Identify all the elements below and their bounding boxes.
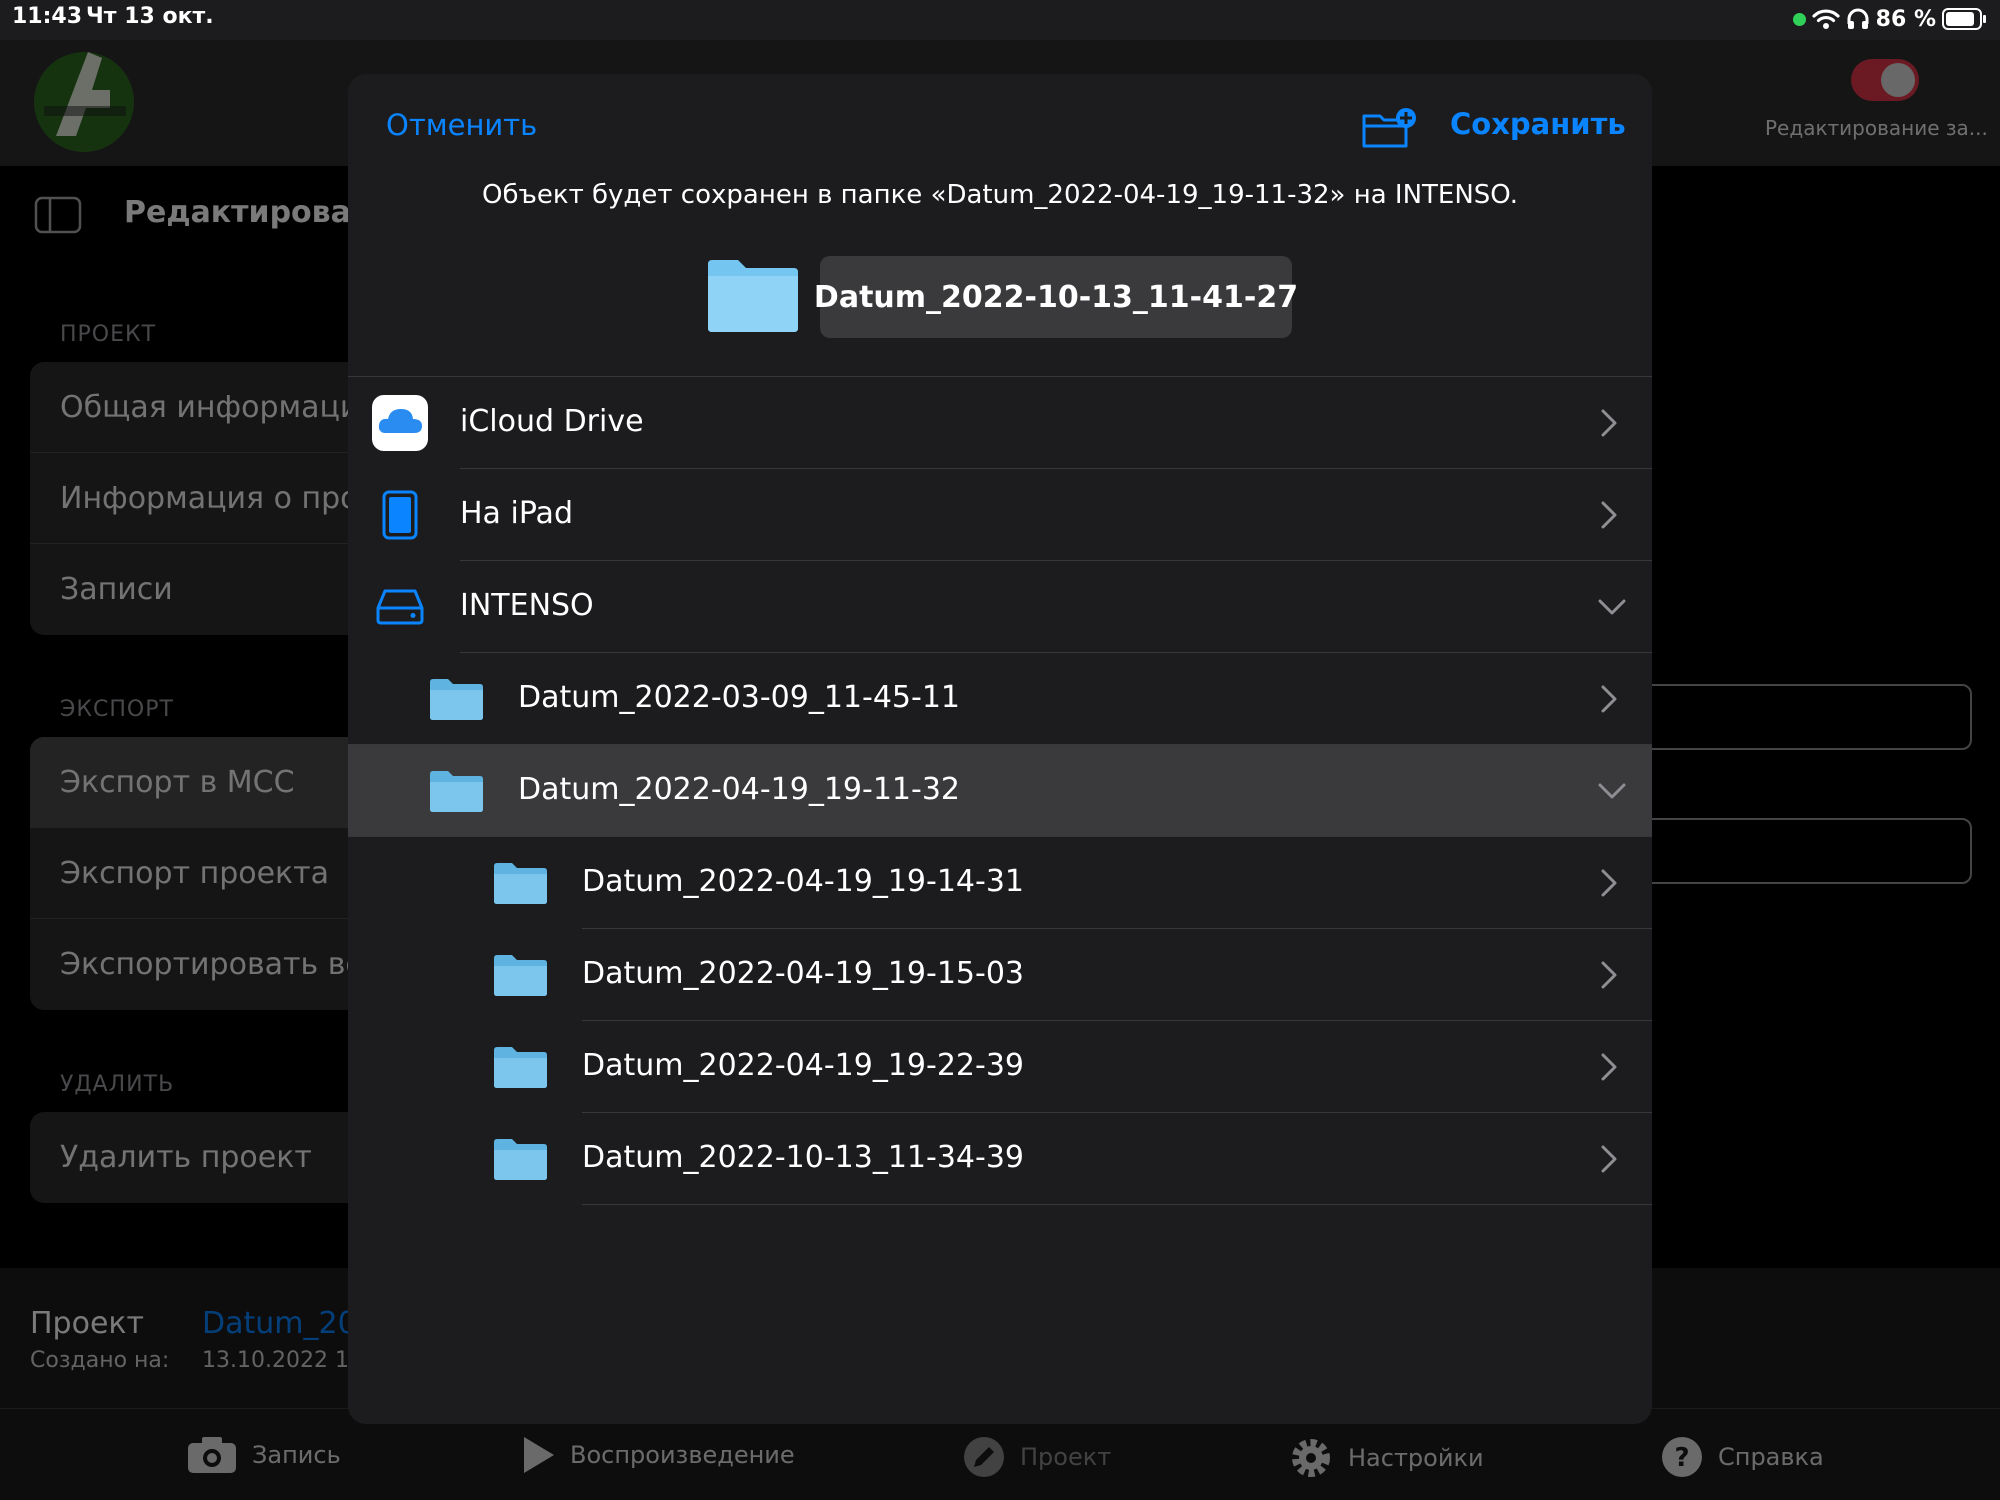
- chevron-right-icon[interactable]: [1600, 1053, 1618, 1085]
- location-label: Datum_2022-04-19_19-15-03: [582, 956, 1025, 991]
- row-separator: [582, 1204, 1652, 1205]
- save-destination-message: Объект будет сохранен в папке «Datum_202…: [482, 180, 1518, 210]
- created-value: 13.10.2022 11:: [202, 1348, 371, 1373]
- battery-icon: [1942, 8, 1986, 30]
- icloud-icon: [372, 393, 428, 453]
- pencil-icon: [964, 1437, 1004, 1477]
- tab-help[interactable]: ? Справка: [1660, 1435, 1824, 1479]
- new-folder-icon[interactable]: [1360, 106, 1420, 150]
- location-row[interactable]: На iPad: [348, 469, 1652, 561]
- chevron-right-icon[interactable]: [1600, 685, 1618, 717]
- location-label: На iPad: [460, 496, 573, 531]
- folder-icon: [428, 669, 484, 729]
- location-row[interactable]: Datum_2022-10-13_11-34-39: [348, 1113, 1652, 1205]
- file-name-field[interactable]: Datum_2022-10-13_11-41-27: [814, 256, 1298, 338]
- ipad-icon: [372, 485, 428, 545]
- gear-icon: [1292, 1439, 1330, 1477]
- location-row[interactable]: Datum_2022-04-19_19-11-32: [348, 745, 1652, 837]
- status-time: 11:43: [12, 4, 83, 29]
- battery-percentage: 86 %: [1875, 6, 1936, 32]
- location-label: iCloud Drive: [460, 404, 644, 439]
- location-label: Datum_2022-04-19_19-11-32: [518, 772, 961, 807]
- folder-icon: [492, 1037, 548, 1097]
- created-label: Создано на:: [30, 1348, 170, 1373]
- tab-settings[interactable]: Настройки: [1288, 1435, 1484, 1481]
- chevron-right-icon[interactable]: [1600, 409, 1618, 441]
- tab-label: Настройки: [1348, 1444, 1484, 1472]
- save-button[interactable]: Сохранить: [1450, 107, 1626, 141]
- help-icon: ?: [1662, 1437, 1702, 1477]
- tab-label: Справка: [1718, 1443, 1824, 1471]
- tab-label: Проект: [1020, 1443, 1112, 1471]
- app-logo-icon: [34, 52, 134, 152]
- location-label: Datum_2022-04-19_19-14-31: [582, 864, 1025, 899]
- folder-icon: [492, 853, 548, 913]
- tab-project[interactable]: Проект: [962, 1435, 1111, 1479]
- edit-mode-label: Редактирование за...: [1765, 116, 1988, 140]
- section-header-delete: УДАЛИТЬ: [60, 1072, 175, 1097]
- privacy-indicator-icon: [1792, 12, 1806, 26]
- chevron-right-icon[interactable]: [1600, 869, 1618, 901]
- folder-icon: [428, 761, 484, 821]
- tab-record[interactable]: Запись: [186, 1435, 341, 1475]
- chevron-right-icon[interactable]: [1600, 1145, 1618, 1177]
- chevron-right-icon[interactable]: [1600, 961, 1618, 993]
- folder-icon: [492, 945, 548, 1005]
- detail-field-2[interactable]: [1600, 818, 1972, 884]
- location-label: Datum_2022-04-19_19-22-39: [582, 1048, 1025, 1083]
- play-icon: [524, 1437, 554, 1473]
- wifi-icon: [1812, 9, 1840, 29]
- folder-icon: [492, 1129, 548, 1189]
- location-row[interactable]: iCloud Drive: [348, 377, 1652, 469]
- location-label: Datum_2022-10-13_11-34-39: [582, 1140, 1025, 1175]
- chevron-down-icon[interactable]: [1598, 782, 1626, 804]
- chevron-right-icon[interactable]: [1600, 501, 1618, 533]
- section-header-export: ЭКСПОРТ: [60, 697, 174, 722]
- save-location-dialog: Отменить Сохранить Объект будет сохранен…: [348, 74, 1652, 1424]
- sidebar-toggle-icon[interactable]: [34, 196, 82, 234]
- detail-field-1[interactable]: [1600, 684, 1972, 750]
- tab-label: Воспроизведение: [570, 1441, 795, 1469]
- location-label: Datum_2022-03-09_11-45-11: [518, 680, 961, 715]
- drive-icon: [372, 577, 428, 637]
- camera-icon: [188, 1437, 236, 1473]
- edit-mode-toggle[interactable]: [1851, 59, 1919, 101]
- chevron-down-icon[interactable]: [1598, 598, 1626, 620]
- svg-text:?: ?: [1674, 1443, 1689, 1473]
- status-date: Чт 13 окт.: [86, 4, 214, 29]
- location-list: iCloud Drive На iPad INTENSO Datum_2022-03-…: [348, 376, 1652, 1205]
- section-header-project: ПРОЕКТ: [60, 322, 157, 347]
- project-value: Datum_20: [202, 1306, 357, 1341]
- location-row[interactable]: Datum_2022-03-09_11-45-11: [348, 653, 1652, 745]
- location-label: INTENSO: [460, 588, 594, 623]
- tab-playback[interactable]: Воспроизведение: [520, 1435, 795, 1475]
- status-bar: 11:43 Чт 13 окт. 86 %: [0, 0, 2000, 40]
- cancel-button[interactable]: Отменить: [386, 108, 537, 142]
- location-row[interactable]: INTENSO: [348, 561, 1652, 653]
- location-row[interactable]: Datum_2022-04-19_19-14-31: [348, 837, 1652, 929]
- status-indicators: 86 %: [1792, 4, 1986, 34]
- project-label: Проект: [30, 1306, 145, 1341]
- headphones-icon: [1847, 8, 1869, 29]
- location-row[interactable]: Datum_2022-04-19_19-22-39: [348, 1021, 1652, 1113]
- tab-label: Запись: [252, 1441, 341, 1469]
- folder-icon: [708, 260, 798, 332]
- location-row[interactable]: Datum_2022-04-19_19-15-03: [348, 929, 1652, 1021]
